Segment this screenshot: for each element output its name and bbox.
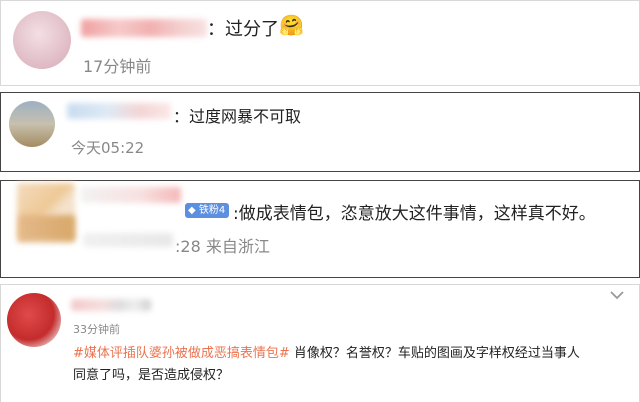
- avatar[interactable]: [13, 11, 71, 69]
- username-blurred[interactable]: [81, 187, 181, 203]
- comment-time: 33分钟前: [73, 323, 120, 336]
- comment-time: 今天05:22: [71, 139, 145, 157]
- username-blurred[interactable]: [67, 103, 171, 119]
- comment-2: ：过度网暴不可取 今天05:22: [0, 92, 640, 172]
- comment-time: :28 来自浙江: [175, 237, 270, 256]
- comment-text-line1: 肖像权？名誉权？车贴的图画及字样权经过当事人: [289, 346, 580, 361]
- comment-text-line2: 同意了吗，是否造成侵权？: [73, 368, 230, 383]
- avatar[interactable]: [9, 101, 55, 147]
- comment-text: ：过分了: [207, 19, 279, 40]
- comment-1: ：过分了 🤗 17分钟前: [0, 0, 640, 86]
- comment-text: :做成表情包，恣意放大这件事情，这样真不好。: [233, 204, 596, 224]
- comment-text: #媒体评插队婆孙被做成恶搞表情包# 肖像权？名誉权？车贴的图画及字样权经过当事人…: [73, 343, 580, 387]
- comment-4: 33分钟前 #媒体评插队婆孙被做成恶搞表情包# 肖像权？名誉权？车贴的图画及字样…: [0, 284, 640, 402]
- fan-badge[interactable]: ◆ 铁粉4: [185, 203, 230, 218]
- username-blurred[interactable]: [71, 299, 151, 311]
- badge-label: 铁粉4: [198, 205, 226, 216]
- comment-text: ：过度网暴不可取: [173, 107, 302, 126]
- avatar[interactable]: [7, 293, 61, 347]
- heart-diamond-icon: ◆: [188, 205, 196, 216]
- comment-time: 17分钟前: [83, 57, 152, 76]
- chevron-down-icon[interactable]: [609, 289, 625, 301]
- avatar-fragment-blurred: [19, 215, 75, 241]
- comment-3: ◆ 铁粉4 :做成表情包，恣意放大这件事情，这样真不好。 :28 来自浙江: [0, 180, 640, 278]
- meta-blurred: [83, 233, 173, 247]
- username-blurred[interactable]: [81, 19, 207, 37]
- hashtag-link[interactable]: #媒体评插队婆孙被做成恶搞表情包#: [73, 346, 290, 361]
- hug-emoji-icon: 🤗: [279, 13, 304, 37]
